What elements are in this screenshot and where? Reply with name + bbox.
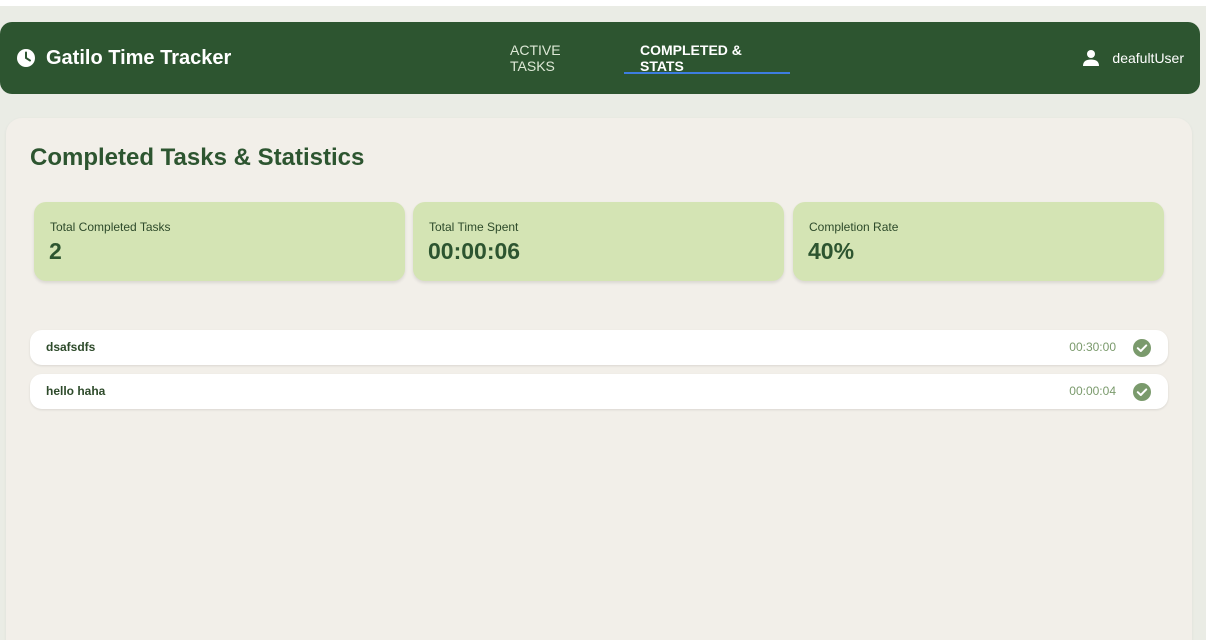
tab-completed-stats[interactable]: COMPLETED & STATS	[624, 22, 790, 94]
check-circle-icon[interactable]	[1133, 339, 1151, 357]
task-row[interactable]: hello haha 00:00:04	[30, 374, 1168, 409]
task-name: hello haha	[46, 384, 106, 398]
stat-label: Total Time Spent	[429, 220, 519, 234]
nav-tabs: ACTIVE TASKS COMPLETED & STATS	[498, 22, 790, 94]
stat-label: Completion Rate	[809, 220, 899, 234]
clock-icon	[16, 48, 36, 68]
username: deafultUser	[1112, 50, 1184, 66]
stat-value: 00:00:06	[428, 238, 521, 264]
stat-card-completion-rate: Completion Rate 40%	[793, 202, 1164, 281]
task-time: 00:00:04	[1069, 384, 1116, 398]
stat-value: 2	[49, 238, 62, 264]
stat-card-completed-tasks: Total Completed Tasks 2	[34, 202, 405, 281]
tab-active-tasks[interactable]: ACTIVE TASKS	[498, 22, 612, 94]
stat-label: Total Completed Tasks	[50, 220, 171, 234]
brand[interactable]: Gatilo Time Tracker	[16, 22, 231, 94]
stat-card-time-spent: Total Time Spent 00:00:06	[413, 202, 784, 281]
task-time: 00:30:00	[1069, 340, 1116, 354]
stat-value: 40%	[808, 238, 855, 264]
content-card: Completed Tasks & Statistics Total Compl…	[6, 118, 1192, 640]
user-icon	[1082, 49, 1100, 67]
completed-task-list: dsafsdfs 00:30:00 hello haha 00:00:04	[30, 330, 1168, 418]
task-name: dsafsdfs	[46, 340, 96, 354]
task-row[interactable]: dsafsdfs 00:30:00	[30, 330, 1168, 365]
page-title: Completed Tasks & Statistics	[30, 144, 365, 171]
check-circle-icon[interactable]	[1133, 383, 1151, 401]
app-bar: Gatilo Time Tracker ACTIVE TASKS COMPLET…	[0, 22, 1200, 94]
top-strip	[0, 0, 1206, 6]
app-title: Gatilo Time Tracker	[46, 46, 232, 69]
user-menu[interactable]: deafultUser	[1082, 22, 1184, 94]
